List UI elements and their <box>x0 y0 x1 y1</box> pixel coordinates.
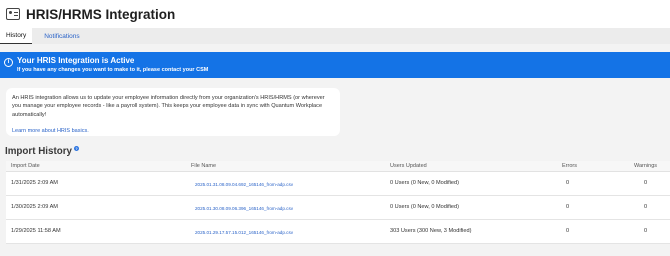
page-title: HRIS/HRMS Integration <box>26 6 176 22</box>
file-name-link[interactable]: 2025.01.30.08.09.06.396_165146_from-adp.… <box>195 206 293 211</box>
column-errors[interactable]: Errors <box>562 163 577 169</box>
import-history-title: Import History ? <box>5 146 79 157</box>
section-title-text: Import History <box>5 146 72 157</box>
table-row: 1/29/2025 11:58 AM 2025.01.29.17.57.15.0… <box>6 220 670 244</box>
import-date: 1/29/2025 11:58 AM <box>11 228 61 234</box>
tab-notifications[interactable]: Notifications <box>38 28 85 44</box>
integration-status-banner: i Your HRIS Integration is Active If you… <box>0 52 670 78</box>
hris-info-card: An HRIS integration allows us to update … <box>6 88 340 136</box>
warnings-count: 0 <box>644 180 648 186</box>
users-updated: 0 Users (0 New, 0 Modified) <box>390 204 460 210</box>
users-updated: 0 Users (0 New, 0 Modified) <box>390 180 460 186</box>
table-header: Import Date File Name Users Updated Erro… <box>6 161 670 172</box>
file-name-link[interactable]: 2025.01.31.08.09.04.692_165146_from-adp.… <box>195 182 293 187</box>
warnings-count: 0 <box>644 228 648 234</box>
column-file-name[interactable]: File Name <box>191 163 216 169</box>
errors-count: 0 <box>566 228 570 234</box>
table-row: 1/30/2025 2:09 AM 2025.01.30.08.09.06.39… <box>6 196 670 220</box>
column-import-date[interactable]: Import Date <box>11 163 40 169</box>
errors-count: 0 <box>566 180 570 186</box>
learn-more-link[interactable]: Learn more about HRIS basics. <box>12 128 89 134</box>
banner-title: Your HRIS Integration is Active <box>17 56 135 65</box>
errors-count: 0 <box>566 204 570 210</box>
table-row: 1/31/2025 2:09 AM 2025.01.31.08.09.04.69… <box>6 172 670 196</box>
column-users-updated[interactable]: Users Updated <box>390 163 427 169</box>
tab-bar: History Notifications <box>0 28 670 44</box>
banner-subtitle: If you have any changes you want to make… <box>17 67 209 73</box>
info-icon: i <box>4 57 13 67</box>
tab-history[interactable]: History <box>0 28 33 44</box>
file-name-link[interactable]: 2025.01.29.17.57.15.012_165146_from-adp.… <box>195 230 293 235</box>
warnings-count: 0 <box>644 204 648 210</box>
import-history-table: Import Date File Name Users Updated Erro… <box>6 161 670 244</box>
page-header: HRIS/HRMS Integration <box>0 0 670 28</box>
import-date: 1/31/2025 2:09 AM <box>11 180 58 186</box>
column-warnings[interactable]: Warnings <box>634 163 657 169</box>
info-description: An HRIS integration allows us to update … <box>12 95 325 118</box>
id-card-icon <box>6 8 20 20</box>
import-date: 1/30/2025 2:09 AM <box>11 204 58 210</box>
users-updated: 303 Users (300 New, 3 Modified) <box>390 228 472 234</box>
help-icon[interactable]: ? <box>73 146 79 151</box>
